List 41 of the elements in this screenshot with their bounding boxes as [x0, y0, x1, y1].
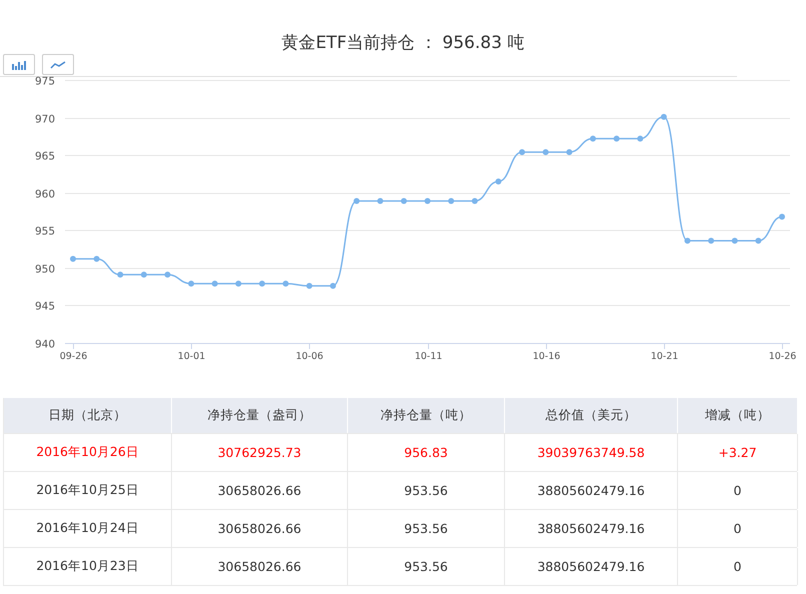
- table-cell: 38805602479.16: [505, 472, 678, 509]
- table-cell: 953.56: [348, 472, 505, 509]
- table-cell: 38805602479.16: [505, 510, 678, 547]
- x-axis-label: 10-21: [650, 351, 678, 362]
- column-header: 日期（北京）: [4, 398, 172, 433]
- table-cell: 30762925.73: [172, 434, 348, 471]
- y-axis-label: 950: [34, 264, 55, 276]
- table-cell: 30658026.66: [172, 472, 348, 509]
- chart-title: 黄金ETF当前持仓 ： 956.83 吨: [282, 33, 524, 53]
- table-cell: 0: [678, 510, 798, 547]
- column-header: 总价值（美元）: [505, 398, 678, 433]
- table-cell: 0: [678, 548, 798, 585]
- table-cell: 39039763749.58: [505, 434, 678, 471]
- table-cell: +3.27: [678, 434, 798, 471]
- column-header: 增减（吨）: [678, 398, 798, 433]
- y-axis-label: 940: [34, 338, 55, 350]
- table-cell: 2016年10月24日: [4, 510, 172, 547]
- y-axis-label: 965: [34, 150, 55, 162]
- table-cell: 30658026.66: [172, 510, 348, 547]
- y-axis-label: 945: [34, 300, 55, 312]
- table-cell: 953.56: [348, 510, 505, 547]
- table-cell: 30658026.66: [172, 548, 348, 585]
- y-axis-label: 970: [34, 114, 55, 126]
- x-axis-label: 10-11: [414, 351, 442, 362]
- x-axis-label: 10-16: [532, 351, 560, 362]
- table-cell: 0: [678, 472, 798, 509]
- column-header: 净持仓量（盎司）: [172, 398, 348, 433]
- x-axis-label: 09-26: [60, 351, 88, 362]
- table-cell: 2016年10月26日: [4, 434, 172, 471]
- table-cell: 2016年10月23日: [4, 548, 172, 585]
- table-cell: 956.83: [348, 434, 505, 471]
- table-cell: 38805602479.16: [505, 548, 678, 585]
- column-header: 净持仓量（吨）: [348, 398, 505, 433]
- x-axis-label: 10-06: [296, 351, 324, 362]
- y-axis-label: 955: [34, 226, 55, 238]
- x-axis-label: 10-01: [178, 351, 206, 362]
- y-axis-label: 975: [34, 76, 55, 88]
- x-axis-label: 10-26: [768, 351, 796, 362]
- table-cell: 2016年10月25日: [4, 472, 172, 509]
- table-cell: 953.56: [348, 548, 505, 585]
- y-axis-label: 960: [34, 188, 55, 200]
